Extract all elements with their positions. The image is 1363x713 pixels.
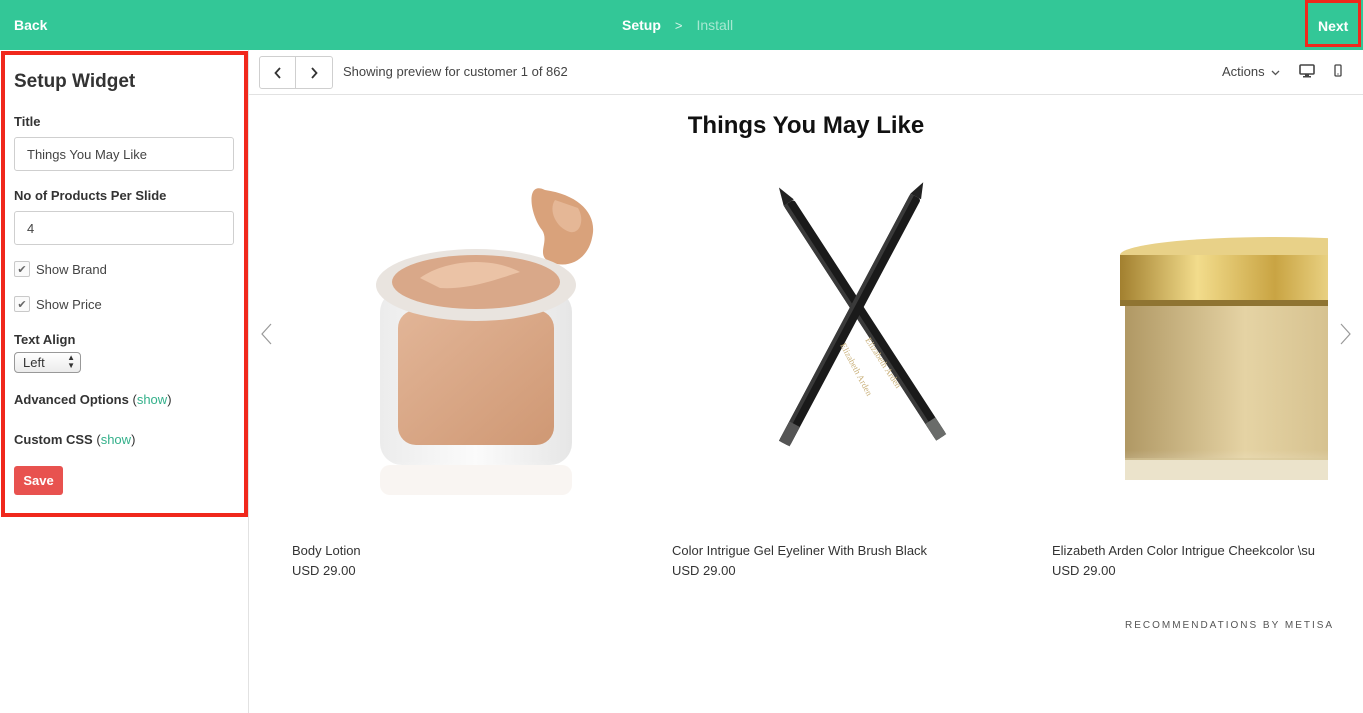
desktop-icon[interactable] bbox=[1299, 64, 1315, 83]
product-price: USD 29.00 bbox=[672, 563, 736, 578]
product-image[interactable]: Elizabeth Arden Elizabeth Arden bbox=[660, 160, 1020, 520]
product-card[interactable]: Body Lotion USD 29.00 bbox=[280, 160, 640, 590]
back-button[interactable]: Back bbox=[14, 17, 47, 33]
carousel-next-arrow[interactable] bbox=[1340, 322, 1352, 351]
actions-label: Actions bbox=[1222, 64, 1265, 79]
step-setup[interactable]: Setup bbox=[622, 17, 661, 33]
product-card[interactable]: Elizabeth Arden Color Intrigue Cheekcolo… bbox=[1040, 160, 1328, 590]
prev-customer-button[interactable] bbox=[260, 57, 297, 88]
text-align-select[interactable]: Left ▲ ▼ bbox=[14, 352, 81, 373]
advanced-options-label: Advanced Options bbox=[14, 392, 129, 407]
product-image[interactable] bbox=[1040, 160, 1328, 520]
custom-css-row: Custom CSS (show) bbox=[14, 432, 136, 447]
mobile-icon[interactable] bbox=[1334, 64, 1342, 82]
chevron-right-icon bbox=[1340, 323, 1351, 345]
save-button[interactable]: Save bbox=[14, 466, 63, 495]
top-bar: Back Setup > Install Next bbox=[0, 0, 1363, 50]
next-button-highlight: Next bbox=[1305, 0, 1361, 47]
show-brand-checkbox[interactable]: ✔ bbox=[14, 261, 30, 277]
product-image[interactable] bbox=[280, 160, 640, 520]
product-name[interactable]: Elizabeth Arden Color Intrigue Cheekcolo… bbox=[1052, 543, 1315, 558]
text-align-value: Left bbox=[23, 355, 45, 370]
powered-by-footer[interactable]: RECOMMENDATIONS BY METISA bbox=[1125, 620, 1334, 631]
show-brand-label: Show Brand bbox=[36, 261, 107, 277]
preview-toolbar: Showing preview for customer 1 of 862 Ac… bbox=[249, 50, 1363, 95]
product-price: USD 29.00 bbox=[1052, 563, 1116, 578]
sidebar-divider bbox=[248, 50, 249, 713]
products-per-slide-input[interactable] bbox=[14, 211, 234, 245]
title-label: Title bbox=[14, 114, 41, 129]
custom-css-label: Custom CSS bbox=[14, 432, 93, 447]
chevron-down-icon bbox=[1271, 70, 1280, 75]
chevron-right-icon bbox=[311, 66, 318, 79]
chevron-right-icon: > bbox=[674, 17, 683, 33]
next-button[interactable]: Next bbox=[1318, 18, 1348, 34]
checkmark-icon: ✔ bbox=[17, 298, 27, 311]
preview-status-text: Showing preview for customer 1 of 862 bbox=[343, 64, 568, 79]
custom-css-show-link[interactable]: show bbox=[101, 432, 131, 447]
checkmark-icon: ✔ bbox=[17, 263, 27, 276]
select-arrows-icon: ▲ ▼ bbox=[67, 353, 75, 370]
product-card[interactable]: Elizabeth Arden Elizabeth Arden Color In… bbox=[660, 160, 1020, 590]
show-price-label: Show Price bbox=[36, 296, 102, 312]
title-input[interactable] bbox=[14, 137, 234, 171]
advanced-options-row: Advanced Options (show) bbox=[14, 392, 172, 407]
text-align-label: Text Align bbox=[14, 332, 76, 347]
step-install[interactable]: Install bbox=[696, 17, 733, 33]
show-brand-row: ✔ Show Brand bbox=[14, 261, 107, 277]
setup-widget-panel: Setup Widget Title No of Products Per Sl… bbox=[1, 51, 248, 517]
chevron-left-icon bbox=[273, 66, 281, 79]
wizard-steps: Setup > Install bbox=[622, 17, 733, 33]
next-customer-button[interactable] bbox=[296, 57, 332, 88]
chevron-left-icon bbox=[261, 323, 272, 345]
advanced-options-show-link[interactable]: show bbox=[137, 392, 167, 407]
carousel-prev-arrow[interactable] bbox=[260, 322, 272, 351]
product-carousel: Body Lotion USD 29.00 Elizabeth Arden El… bbox=[280, 160, 1328, 590]
actions-dropdown[interactable]: Actions bbox=[1222, 64, 1280, 79]
show-price-row: ✔ Show Price bbox=[14, 296, 102, 312]
product-name[interactable]: Color Intrigue Gel Eyeliner With Brush B… bbox=[672, 543, 927, 558]
product-price: USD 29.00 bbox=[292, 563, 356, 578]
panel-title: Setup Widget bbox=[14, 71, 136, 92]
product-name[interactable]: Body Lotion bbox=[292, 543, 361, 558]
show-price-checkbox[interactable]: ✔ bbox=[14, 296, 30, 312]
widget-title: Things You May Like bbox=[687, 112, 925, 139]
customer-pager bbox=[259, 56, 333, 89]
products-per-slide-label: No of Products Per Slide bbox=[14, 188, 167, 203]
